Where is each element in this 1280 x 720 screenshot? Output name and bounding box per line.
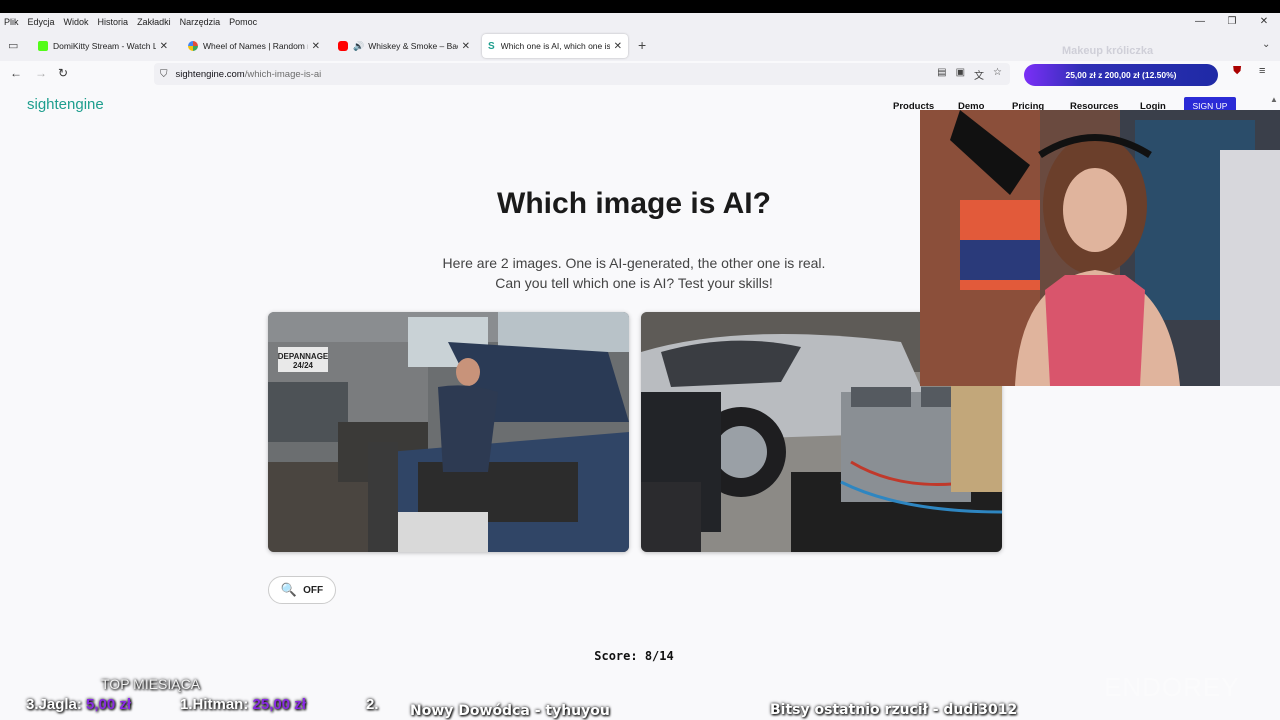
rank3-name: 3.Jagla: [26,696,82,713]
new-commander-text: Nowy Dowódca - tyhuyou [410,703,610,719]
site-info-icon[interactable]: ⛉ [160,69,168,80]
menu-file[interactable]: Plik [4,17,19,27]
sightengine-favicon-icon: S [488,40,495,52]
rank1-amount: 25,00 zł [252,696,306,713]
tab-whiskey-smoke[interactable]: 🔊 Whiskey & Smoke – Bad Gi ✕ [332,34,476,58]
watermark-logo: ENDOREY [1104,672,1240,702]
tab-wheel-of-names[interactable]: Wheel of Names | Random nam ✕ [182,34,326,58]
rank2-label: 2. [366,696,379,713]
rank3-label: 3.Jagla: 5,00 zł [26,696,131,713]
makeup-goal-label: Makeup króliczka [1062,45,1154,57]
tab-which-is-ai[interactable]: S Which one is AI, which one is re ✕ [482,34,628,58]
speaker-icon[interactable]: 🔊 [353,41,364,52]
streamer-webcam [920,110,1280,386]
menu-help[interactable]: Pomoc [229,17,257,27]
url-domain: sightengine.com [175,68,245,80]
url-icons: ▤ ▣ 文 ☆ [937,67,1002,82]
magnifier-icon: 🔍 [280,582,298,597]
top-black-bar [0,0,1280,13]
close-window-icon[interactable]: ✕ [1248,16,1280,27]
scroll-up-icon[interactable]: ▲ [1270,95,1278,104]
zoom-toggle-button[interactable]: 🔍 OFF [268,576,336,604]
close-tab-icon[interactable]: ✕ [614,41,622,52]
wheel-favicon-icon [188,41,198,51]
menu-edit[interactable]: Edycja [28,17,55,27]
tab-overflow-icon[interactable]: ⌄ [1262,39,1270,50]
close-tab-icon[interactable]: ✕ [462,41,470,52]
garage-photo: DEPANNAGE 24/24 [268,312,629,552]
tab-list-icon[interactable]: ▭ [8,39,18,52]
sightengine-logo[interactable]: sightengine [27,96,104,113]
top-month-label: TOP MIESIĄCA [101,676,201,692]
app-menu-icon[interactable]: ≡ [1259,65,1265,77]
menu-tools[interactable]: Narzędzia [180,17,221,27]
menu-bookmarks[interactable]: Zakładki [137,17,171,27]
restore-icon[interactable]: ❐ [1216,16,1248,27]
reader-view-icon[interactable]: ▤ [937,67,946,82]
window-controls: — ❐ ✕ [1184,13,1280,30]
last-bits-text: Bitsy ostatnio rzucił - dudi3012 [770,702,1018,718]
rank1-label: 1.Hitman: 25,00 zł [180,696,306,713]
score-display: Score: 8/14 [594,649,674,663]
webcam-overlay [920,110,1280,386]
close-tab-icon[interactable]: ✕ [160,41,168,52]
garage-sign-text: DEPANNAGE [278,352,329,361]
menu-view[interactable]: Widok [64,17,89,27]
donation-goal-bar: 25,00 zł z 200,00 zł (12.50%) [1024,64,1218,86]
screenshot-icon[interactable]: ▣ [956,67,965,82]
kick-favicon-icon [38,41,48,51]
image-option-1[interactable]: DEPANNAGE 24/24 [268,312,629,552]
forward-icon[interactable]: → [35,66,47,80]
garage-sign-hours: 24/24 [293,361,314,370]
new-tab-icon[interactable]: + [638,37,646,53]
reload-icon[interactable]: ↻ [58,66,68,80]
tab-domikitty[interactable]: DomiKitty Stream - Watch Live ✕ [32,34,174,58]
rank3-amount: 5,00 zł [86,696,132,713]
url-path: /which-image-is-ai [244,68,322,80]
translate-icon[interactable]: 文 [974,67,984,82]
close-tab-icon[interactable]: ✕ [312,41,320,52]
address-bar[interactable]: ⛉ sightengine.com/which-image-is-ai ▤ ▣ … [154,63,1010,85]
bookmark-star-icon[interactable]: ☆ [993,67,1002,82]
back-icon[interactable]: ← [10,66,22,80]
rank1-name: 1.Hitman: [180,696,249,713]
menu-bar: Plik Edycja Widok Historia Zakładki Narz… [0,13,1280,30]
ublock-icon[interactable]: ⛊ [1233,65,1241,78]
youtube-favicon-icon [338,41,348,51]
page-scrollbar[interactable]: ▲ [1270,89,1278,709]
minimize-icon[interactable]: — [1184,16,1216,27]
menu-history[interactable]: Historia [98,17,129,27]
toggle-state: OFF [303,584,324,596]
